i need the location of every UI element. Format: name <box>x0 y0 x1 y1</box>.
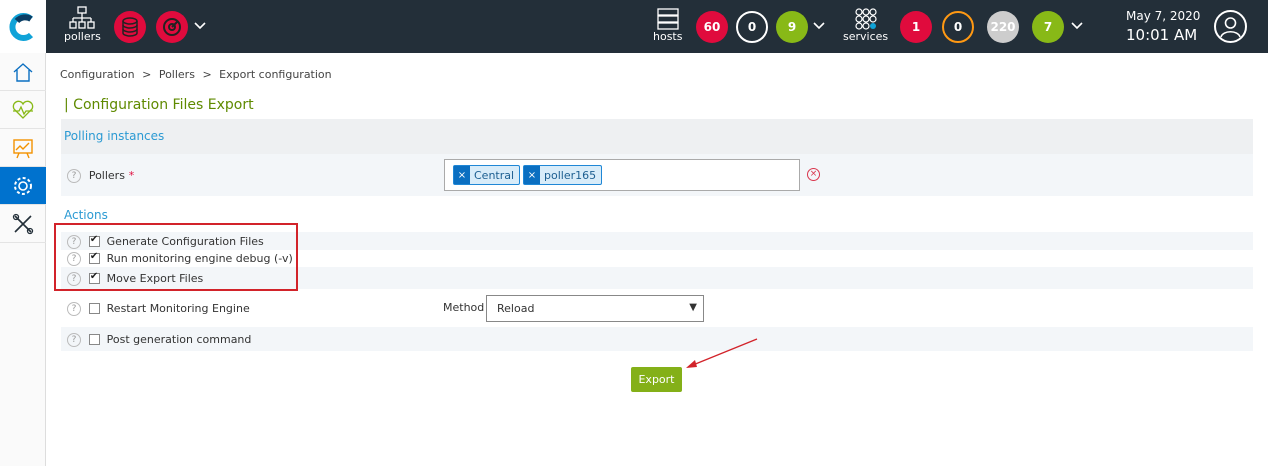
pollers-multiselect[interactable]: × Central × poller165 <box>444 159 800 191</box>
database-icon[interactable] <box>114 11 146 43</box>
post-generation-checkbox[interactable] <box>88 334 100 345</box>
pollers-menu[interactable]: pollers <box>64 6 101 43</box>
help-icon[interactable]: ? <box>67 301 81 316</box>
annotation-arrow-icon <box>686 338 758 368</box>
breadcrumb-configuration[interactable]: Configuration <box>60 68 135 81</box>
method-label: Method <box>443 301 485 314</box>
help-icon[interactable]: ? <box>67 332 81 347</box>
clock: May 7, 2020 10:01 AM <box>1120 9 1200 44</box>
services-chevron-down-icon[interactable] <box>1071 20 1083 33</box>
help-icon[interactable]: ? <box>67 168 81 183</box>
pollers-icon <box>69 6 96 29</box>
dropdown-caret-icon: ▼ <box>689 302 697 313</box>
breadcrumb-export-configuration[interactable]: Export configuration <box>219 68 331 81</box>
tag-label: Central <box>474 168 515 182</box>
sidebar <box>0 53 46 466</box>
hosts-icon <box>657 8 679 30</box>
remove-tag-icon[interactable]: × <box>454 166 470 184</box>
configuration-gear-icon[interactable] <box>0 167 46 205</box>
polling-instances-header: Polling instances <box>61 119 1253 154</box>
breadcrumb-separator: > <box>142 68 152 81</box>
services-ok-count[interactable]: 7 <box>1032 11 1064 43</box>
hosts-up-count[interactable]: 9 <box>776 11 808 43</box>
services-unknown-count[interactable]: 220 <box>987 11 1019 43</box>
services-warning-count[interactable]: 0 <box>942 11 974 43</box>
method-select[interactable]: Reload ▼ <box>486 295 704 322</box>
restart-engine-checkbox[interactable] <box>88 303 100 314</box>
breadcrumb: Configuration > Pollers > Export configu… <box>60 68 332 81</box>
clear-selection-icon[interactable]: × <box>807 168 820 181</box>
post-generation-label: Post generation command <box>106 333 252 346</box>
administration-tools-icon[interactable] <box>0 205 46 243</box>
required-marker: * <box>128 169 135 182</box>
pollers-label: pollers <box>64 30 101 43</box>
hosts-down-count[interactable]: 60 <box>696 11 728 43</box>
highlight-box <box>54 223 298 291</box>
restart-engine-label: Restart Monitoring Engine <box>106 302 250 315</box>
services-critical-count[interactable]: 1 <box>900 11 932 43</box>
chevron-down-icon[interactable] <box>194 20 206 33</box>
services-label: services <box>843 30 889 43</box>
breadcrumb-separator: > <box>202 68 212 81</box>
centreon-logo[interactable] <box>0 0 46 53</box>
monitoring-heartbeat-icon[interactable] <box>0 91 46 129</box>
services-menu[interactable]: services <box>843 8 888 43</box>
export-button[interactable]: Export <box>631 367 682 392</box>
services-icon <box>854 8 877 30</box>
breadcrumb-pollers[interactable]: Pollers <box>159 68 195 81</box>
user-avatar-icon[interactable] <box>1214 10 1247 43</box>
hosts-unreachable-count[interactable]: 0 <box>736 11 768 43</box>
tag-label: poller165 <box>544 168 597 182</box>
reporting-chart-icon[interactable] <box>0 129 46 167</box>
action-row: ? Post generation command <box>61 327 1253 351</box>
page-title: | Configuration Files Export <box>64 97 254 113</box>
remove-tag-icon[interactable]: × <box>524 166 540 184</box>
latency-gauge-icon[interactable] <box>156 11 188 43</box>
home-icon[interactable] <box>0 53 46 91</box>
poller-tag-central: × Central <box>453 165 521 185</box>
hosts-menu[interactable]: hosts <box>653 8 682 43</box>
current-date: May 7, 2020 <box>1126 9 1201 23</box>
pollers-label: Pollers <box>88 169 125 182</box>
poller-tag-poller165: × poller165 <box>523 165 603 185</box>
hosts-chevron-down-icon[interactable] <box>813 20 825 33</box>
method-value: Reload <box>497 302 535 315</box>
current-time: 10:01 AM <box>1126 26 1198 44</box>
hosts-label: hosts <box>653 30 683 43</box>
top-bar: pollers hosts 60 0 9 services 1 0 220 7 … <box>0 0 1268 53</box>
